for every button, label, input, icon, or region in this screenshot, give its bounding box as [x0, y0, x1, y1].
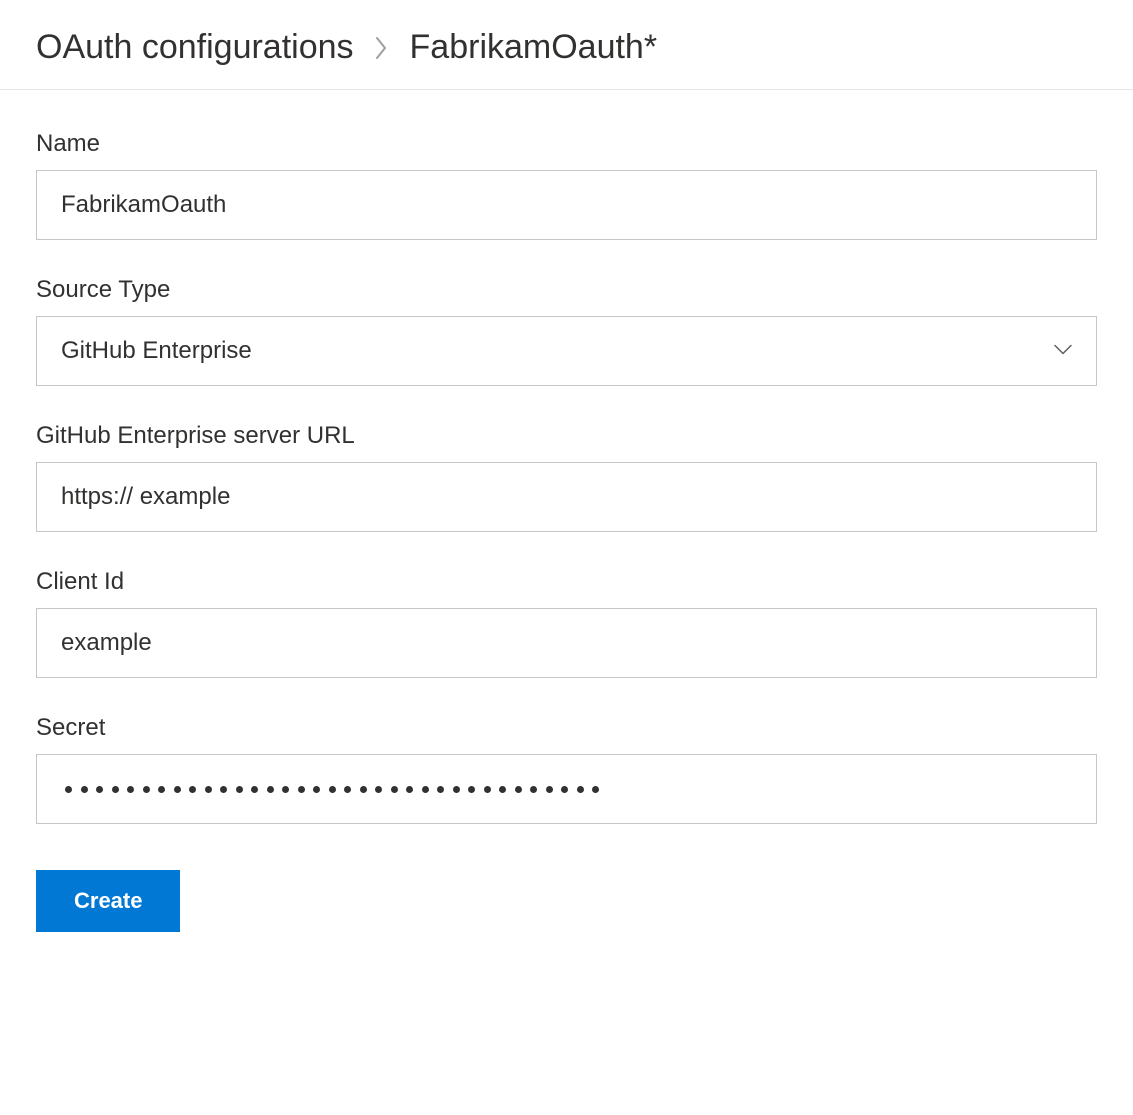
- breadcrumb-current: FabrikamOauth*: [410, 28, 658, 67]
- source-type-select-wrapper: GitHub Enterprise: [36, 316, 1097, 386]
- field-source-type: Source Type GitHub Enterprise: [36, 276, 1097, 386]
- secret-label: Secret: [36, 714, 1097, 742]
- create-button[interactable]: Create: [36, 870, 180, 932]
- field-client-id: Client Id: [36, 568, 1097, 678]
- name-input[interactable]: [36, 170, 1097, 240]
- source-type-select[interactable]: GitHub Enterprise: [36, 316, 1097, 386]
- field-secret: Secret: [36, 714, 1097, 824]
- field-server-url: GitHub Enterprise server URL: [36, 422, 1097, 532]
- field-name: Name: [36, 130, 1097, 240]
- name-label: Name: [36, 130, 1097, 158]
- form-area: Name Source Type GitHub Enterprise GitHu…: [0, 90, 1133, 932]
- breadcrumb: OAuth configurations FabrikamOauth*: [0, 0, 1133, 90]
- chevron-right-icon: [374, 34, 390, 62]
- server-url-input[interactable]: [36, 462, 1097, 532]
- server-url-label: GitHub Enterprise server URL: [36, 422, 1097, 450]
- client-id-input[interactable]: [36, 608, 1097, 678]
- client-id-label: Client Id: [36, 568, 1097, 596]
- breadcrumb-parent[interactable]: OAuth configurations: [36, 28, 354, 67]
- secret-mask-dots: [65, 786, 599, 793]
- secret-input[interactable]: [36, 754, 1097, 824]
- source-type-label: Source Type: [36, 276, 1097, 304]
